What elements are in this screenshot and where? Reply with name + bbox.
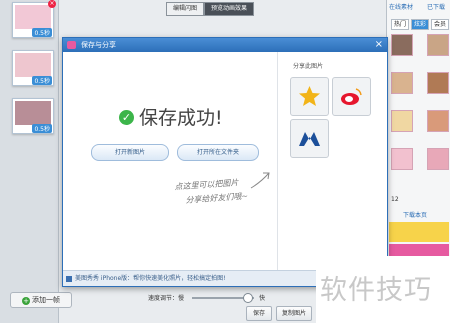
- save-button[interactable]: 保存: [246, 306, 272, 321]
- material-thumbnail[interactable]: [391, 148, 413, 170]
- frame-delay: 0.5秒: [32, 76, 52, 85]
- save-share-dialog: 保存与分享 × ✓ 保存成功! 打开新图片 打开所在文件夹 点这里可以把图片 分享…: [62, 37, 388, 287]
- material-thumbnail[interactable]: [427, 72, 449, 94]
- frame-delay: 0.5秒: [32, 124, 52, 133]
- frame-thumbnail[interactable]: 0.5秒 ×: [12, 0, 56, 38]
- check-icon: ✓: [119, 110, 134, 125]
- material-thumbnail[interactable]: [427, 34, 449, 56]
- watermark: 软件技巧: [320, 275, 432, 306]
- add-frame-label: 添加一帧: [32, 296, 60, 304]
- material-thumbnail[interactable]: [427, 110, 449, 132]
- share-label: 分享此图片: [293, 63, 324, 70]
- frame-image: [15, 53, 51, 77]
- speaker-icon: [66, 276, 72, 282]
- subtab-member[interactable]: 会员: [431, 19, 450, 30]
- tab-online-material[interactable]: 在线素材: [389, 2, 413, 14]
- frame-image: [15, 5, 51, 29]
- share-qzone-button[interactable]: [290, 77, 329, 116]
- success-message: ✓ 保存成功!: [119, 103, 223, 130]
- add-frame-button[interactable]: + 添加一帧: [10, 292, 72, 308]
- app-logo-icon: [67, 41, 76, 49]
- dialog-divider: [277, 52, 278, 270]
- share-weibo-button[interactable]: [332, 77, 371, 116]
- tab-downloaded[interactable]: 已下载: [427, 2, 445, 14]
- copy-image-button[interactable]: 复制图片: [276, 306, 312, 321]
- page-number: 12: [391, 196, 399, 203]
- frame-thumbnail[interactable]: 0.5秒: [12, 50, 54, 86]
- pengyou-icon: [299, 132, 320, 146]
- frame-strip: 0.5秒 × 0.5秒 0.5秒: [0, 0, 59, 323]
- speed-slider-handle[interactable]: [243, 293, 253, 303]
- delete-frame-icon[interactable]: ×: [48, 0, 56, 8]
- speed-label: 速度调节：慢: [148, 295, 185, 302]
- dialog-titlebar: 保存与分享 ×: [63, 38, 387, 52]
- share-hint: 点这里可以把图片 分享给好友们哦~: [174, 175, 248, 208]
- frame-delay: 0.5秒: [32, 28, 52, 37]
- tab-preview[interactable]: 预览动画效果: [204, 2, 255, 16]
- download-page-link[interactable]: 下载本页: [403, 210, 427, 219]
- success-text: 保存成功!: [139, 107, 223, 129]
- material-thumbnail[interactable]: [427, 148, 449, 170]
- close-icon[interactable]: ×: [375, 39, 383, 51]
- mode-tabs: 编辑闪图 预览动画效果: [166, 2, 255, 16]
- open-new-image-button[interactable]: 打开新图片: [91, 144, 169, 161]
- share-pengyou-button[interactable]: [290, 119, 329, 158]
- material-thumbnail[interactable]: [391, 34, 413, 56]
- footer-ad-text[interactable]: 美图秀秀 iPhone版：帮你快速美化照片，轻松搞定拍图!: [75, 275, 226, 282]
- weibo-icon: [341, 88, 362, 105]
- material-thumbnail[interactable]: [391, 110, 413, 132]
- dialog-title: 保存与分享: [81, 41, 116, 49]
- banner-yellow[interactable]: [389, 222, 449, 242]
- subtab-hot[interactable]: 热门: [391, 19, 410, 30]
- arrow-icon: [250, 172, 270, 189]
- subtab-colorful[interactable]: 炫彩: [411, 19, 430, 30]
- material-thumbnail[interactable]: [391, 72, 413, 94]
- frame-image: [15, 101, 51, 125]
- qzone-star-icon: [299, 86, 320, 106]
- open-folder-button[interactable]: 打开所在文件夹: [177, 144, 259, 161]
- tab-edit[interactable]: 编辑闪图: [166, 2, 205, 16]
- plus-icon: +: [22, 297, 30, 305]
- speed-fast-label: 快: [259, 295, 266, 302]
- frame-thumbnail[interactable]: 0.5秒: [12, 98, 54, 134]
